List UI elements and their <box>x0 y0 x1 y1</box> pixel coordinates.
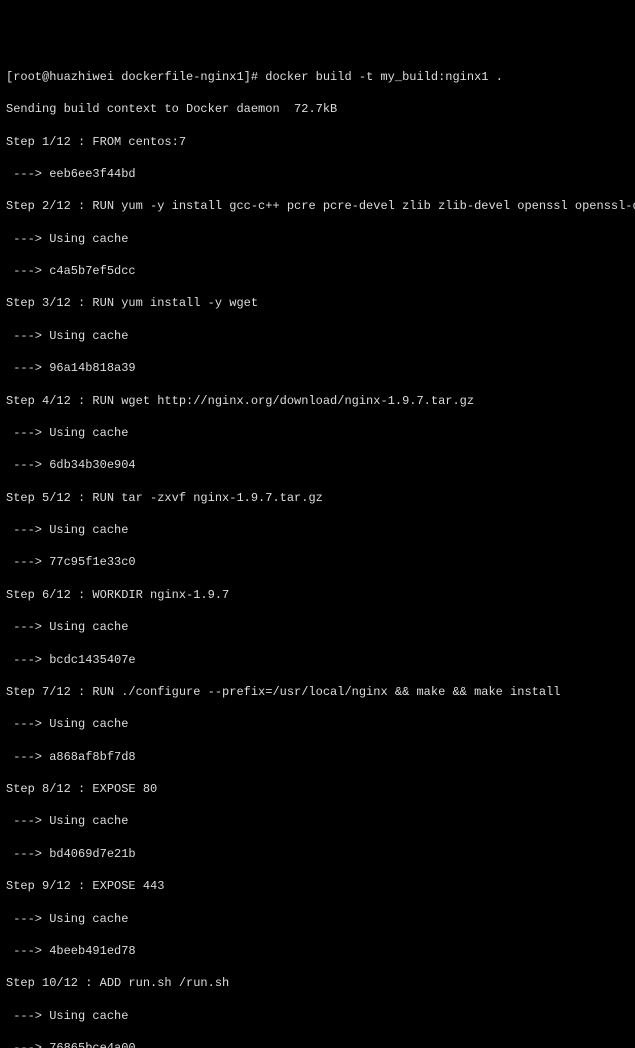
output-line: ---> Using cache <box>6 231 629 247</box>
output-line: ---> Using cache <box>6 1008 629 1024</box>
command-1: docker build -t my_build:nginx1 . <box>265 70 503 84</box>
output-line: ---> 6db34b30e904 <box>6 457 629 473</box>
output-line: Step 9/12 : EXPOSE 443 <box>6 878 629 894</box>
output-line: Step 2/12 : RUN yum -y install gcc-c++ p… <box>6 198 629 214</box>
output-line: ---> 77c95f1e33c0 <box>6 554 629 570</box>
output-line: ---> Using cache <box>6 813 629 829</box>
output-line: ---> bcdc1435407e <box>6 652 629 668</box>
shell-prompt-1: [root@huazhiwei dockerfile-nginx1]# <box>6 70 265 84</box>
output-line: Step 4/12 : RUN wget http://nginx.org/do… <box>6 393 629 409</box>
output-line: ---> 4beeb491ed78 <box>6 943 629 959</box>
output-line: ---> Using cache <box>6 328 629 344</box>
output-line: ---> 76865bce4a00 <box>6 1040 629 1048</box>
output-line: ---> c4a5b7ef5dcc <box>6 263 629 279</box>
output-line: Step 10/12 : ADD run.sh /run.sh <box>6 975 629 991</box>
output-line: ---> bd4069d7e21b <box>6 846 629 862</box>
output-line: ---> 96a14b818a39 <box>6 360 629 376</box>
output-line: ---> a868af8bf7d8 <box>6 749 629 765</box>
output-line: Step 3/12 : RUN yum install -y wget <box>6 295 629 311</box>
output-line: ---> Using cache <box>6 716 629 732</box>
prompt-line-1[interactable]: [root@huazhiwei dockerfile-nginx1]# dock… <box>6 69 629 85</box>
output-line: ---> Using cache <box>6 911 629 927</box>
output-line: Step 1/12 : FROM centos:7 <box>6 134 629 150</box>
output-line: Step 6/12 : WORKDIR nginx-1.9.7 <box>6 587 629 603</box>
output-line: Step 8/12 : EXPOSE 80 <box>6 781 629 797</box>
output-line: ---> Using cache <box>6 425 629 441</box>
output-line: Step 5/12 : RUN tar -zxvf nginx-1.9.7.ta… <box>6 490 629 506</box>
output-line: Sending build context to Docker daemon 7… <box>6 101 629 117</box>
output-line: ---> eeb6ee3f44bd <box>6 166 629 182</box>
output-line: Step 7/12 : RUN ./configure --prefix=/us… <box>6 684 629 700</box>
output-line: ---> Using cache <box>6 522 629 538</box>
output-line: ---> Using cache <box>6 619 629 635</box>
